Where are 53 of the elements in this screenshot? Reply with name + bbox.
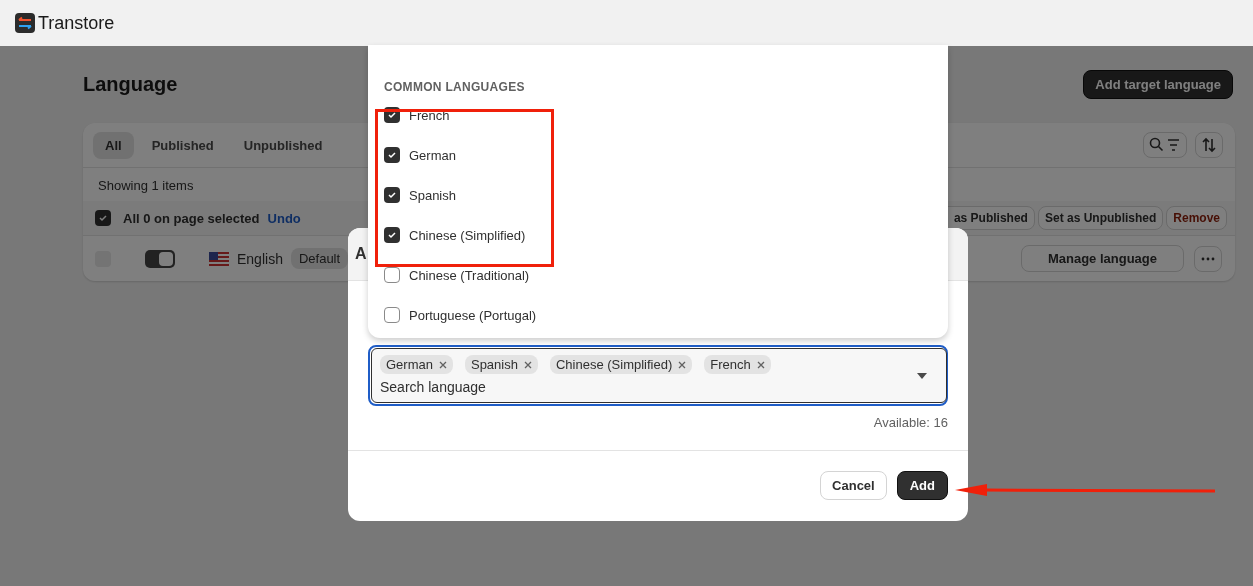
logo-icon [15,13,35,33]
language-checkbox[interactable] [384,227,400,243]
language-option[interactable]: Chinese (Simplified) [409,227,526,243]
remove-icon[interactable] [756,360,765,369]
default-badge: Default [290,248,349,269]
sort-button[interactable] [1195,132,1223,158]
language-name: English [237,250,283,267]
language-option[interactable]: German [409,147,456,163]
remove-icon[interactable] [438,360,447,369]
filter-tab[interactable]: All [93,131,134,159]
cancel-button[interactable]: Cancel [820,471,887,500]
select-all-checkbox[interactable] [95,210,111,226]
language-select-field[interactable]: German Spanish Chinese (Simplified) French Search language [368,345,948,406]
check-icon [387,230,397,240]
language-checkbox[interactable] [384,307,400,323]
language-option[interactable]: Spanish [409,187,456,203]
more-icon [1201,256,1215,261]
language-tag: Chinese (Simplified) [549,355,693,374]
remove-icon[interactable] [678,360,687,369]
language-option[interactable]: Chinese (Traditional) [409,267,530,283]
language-tag: German [380,355,453,374]
language-checkbox[interactable] [384,187,400,203]
app-name: Transtore [38,12,115,34]
section-heading: COMMON LANGUAGES [383,80,526,94]
search-filter-icon [1149,137,1181,153]
caret-icon [917,372,927,379]
bulk-action-button[interactable]: Set as Unpublished [1037,206,1164,230]
manage-language-button[interactable]: Manage language [1020,245,1184,272]
page-title: Language [83,72,178,96]
add-button[interactable]: Add [896,471,948,500]
check-icon [387,190,397,200]
available-count: Available: 16 [872,415,948,430]
check-icon [98,213,108,223]
language-checkbox[interactable] [384,267,400,283]
filter-tab[interactable]: Unpublished [231,131,335,159]
check-icon [387,110,397,120]
search-filter-button[interactable] [1143,132,1187,158]
items-count: Showing 1 items [97,177,195,195]
dialog-title: A [355,245,367,263]
sort-icon [1201,137,1217,153]
flag-icon [209,251,229,266]
bulk-action-button[interactable]: Remove [1166,206,1227,230]
filter-tab[interactable]: Published [139,131,226,159]
publish-toggle[interactable] [145,249,175,268]
language-tag: Spanish [464,355,538,374]
remove-icon[interactable] [523,360,532,369]
language-tag: French [704,355,771,374]
language-checkbox[interactable] [384,147,400,163]
language-option[interactable]: Portuguese (Portugal) [409,307,537,323]
check-icon [387,150,397,160]
add-target-language-button[interactable]: Add target language [1083,69,1233,99]
selection-label: All 0 on page selected [123,210,260,226]
search-input[interactable]: Search language [380,374,680,398]
